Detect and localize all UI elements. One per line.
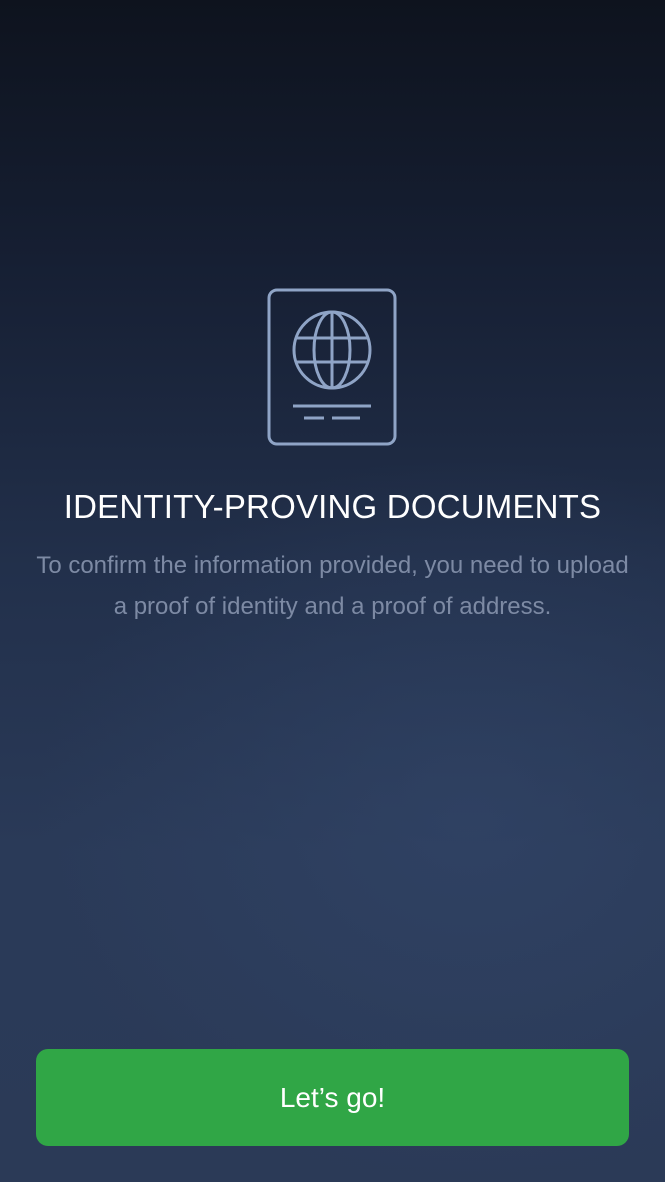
description-text: To confirm the information provided, you… <box>36 552 629 620</box>
page-title: IDENTITY-PROVING DOCUMENTS <box>63 488 602 525</box>
lets-go-button[interactable]: Let’s go! <box>36 1049 629 1146</box>
passport-icon <box>266 288 398 448</box>
onboarding-screen: IDENTITY-PROVING DOCUMENTS To confirm th… <box>0 0 665 1182</box>
